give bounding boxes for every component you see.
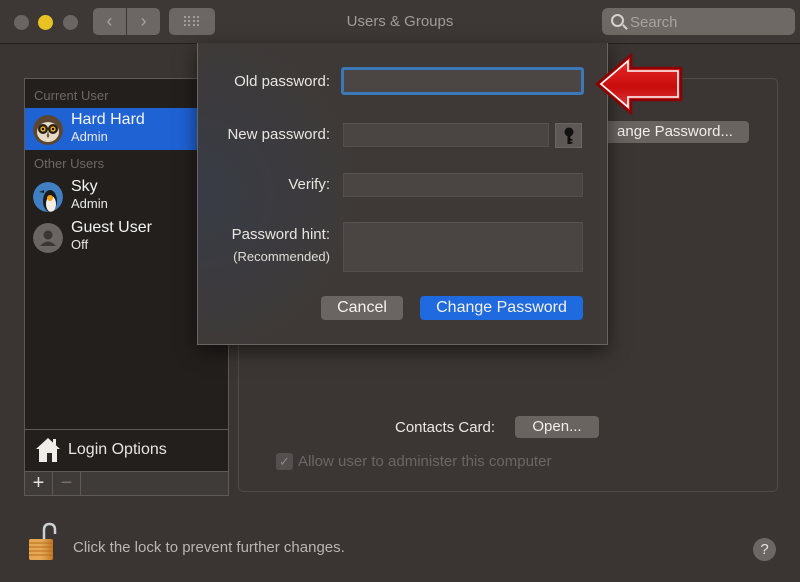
old-password-field[interactable] [341,67,584,95]
current-user-section-label: Current User [34,88,109,103]
users-groups-window: ‹ › Users & Groups Current User [0,0,800,582]
user-role: Admin [71,129,108,144]
remove-user-button[interactable]: − [53,472,81,495]
search-input[interactable] [630,12,790,32]
change-password-submit-button[interactable]: Change Password [420,296,583,320]
password-hint-field[interactable] [343,222,583,272]
unlocked-padlock-icon[interactable] [26,522,58,562]
red-arrow-annotation-icon [593,52,685,118]
login-options-label: Login Options [68,441,167,458]
user-name: Guest User [71,219,152,236]
user-list-toolbar: + − [25,471,228,495]
title-bar: ‹ › Users & Groups [0,0,800,44]
verify-password-field[interactable] [343,173,583,197]
user-name: Sky [71,178,98,195]
user-role: Off [71,237,89,252]
open-contacts-button[interactable]: Open... [515,416,599,438]
change-password-button[interactable]: ange Password... [601,121,749,143]
guest-avatar [33,223,63,253]
owl-avatar [33,115,63,145]
key-icon [563,127,575,150]
new-password-field[interactable] [343,123,549,147]
house-icon [35,436,61,469]
password-assistant-button[interactable] [555,123,582,148]
allow-admin-label: Allow user to administer this computer [298,453,552,470]
help-button[interactable]: ? [753,538,776,561]
penguin-avatar [33,182,63,212]
password-hint-label: Password hint: [231,226,330,243]
lock-status-text: Click the lock to prevent further change… [73,539,345,556]
login-options-item[interactable]: Login Options [25,429,228,471]
new-password-label: New password: [227,126,330,143]
password-hint-sublabel: (Recommended) [233,249,330,264]
search-box[interactable] [602,8,795,35]
add-user-button[interactable]: + [25,472,53,495]
search-icon [611,14,624,27]
allow-admin-checkbox[interactable]: ✓ [276,453,293,470]
other-users-section-label: Other Users [34,156,105,171]
verify-label: Verify: [288,176,330,193]
change-password-sheet: Old password: New password: Verify: Pass… [197,43,608,345]
contacts-card-label: Contacts Card: [395,419,496,436]
cancel-button[interactable]: Cancel [321,296,403,320]
user-name: Hard Hard [71,111,145,128]
old-password-label: Old password: [234,73,330,90]
user-role: Admin [71,196,108,211]
